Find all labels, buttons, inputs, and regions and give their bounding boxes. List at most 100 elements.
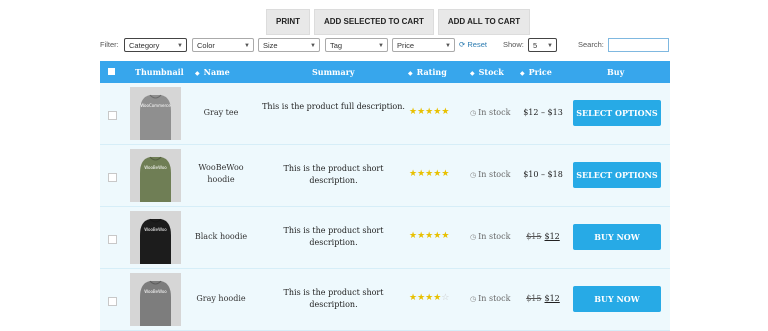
column-header-name[interactable]: ◆ Name — [195, 67, 230, 77]
color-filter[interactable]: Color ▼ — [192, 38, 254, 52]
category-filter[interactable]: Category ▼ — [124, 38, 187, 52]
table-row: WooBeWoo Gray hoodie This is the product… — [100, 269, 670, 331]
check-circle-icon: ◷ — [470, 295, 477, 303]
search-input[interactable] — [608, 38, 669, 52]
table-row: WooCommerce Gray tee This is the product… — [100, 83, 670, 145]
price-filter-value: Price — [397, 41, 415, 50]
column-header-rating[interactable]: ◆ Rating — [408, 67, 447, 77]
product-thumbnail[interactable]: WooCommerce — [130, 87, 181, 140]
chevron-down-icon: ▼ — [378, 43, 384, 49]
column-header-buy: Buy — [607, 67, 625, 77]
product-thumbnail[interactable]: WooBeWoo — [130, 211, 181, 264]
sort-icon: ◆ — [195, 70, 200, 77]
product-name[interactable]: Gray hoodie — [191, 293, 251, 305]
add-all-to-cart-button[interactable]: ADD ALL TO CART — [437, 9, 531, 35]
buy-button[interactable]: BUY NOW — [573, 224, 661, 250]
shirt-print-text: WooCommerce — [140, 103, 171, 108]
stock-status: ◷ In stock — [470, 232, 510, 241]
shirt-image: WooBeWoo — [130, 149, 181, 202]
rating-stars: ★★★★★ — [409, 231, 459, 241]
buy-button[interactable]: SELECT OPTIONS — [573, 100, 661, 126]
star-filled-icon: ★ — [441, 107, 450, 117]
table-row: WooBeWoo Black hoodie This is the produc… — [100, 207, 670, 269]
product-price: $15 $12 — [518, 294, 568, 303]
row-checkbox[interactable] — [108, 111, 117, 120]
product-name[interactable]: WooBeWoo hoodie — [191, 162, 251, 186]
product-summary: This is the product short description. — [283, 164, 384, 185]
column-header-rating-label: Rating — [416, 67, 447, 77]
row-checkbox[interactable] — [108, 235, 117, 244]
product-summary: This is the product short description. — [283, 288, 384, 309]
table-body: WooCommerce Gray tee This is the product… — [100, 83, 670, 331]
product-name[interactable]: Gray tee — [191, 107, 251, 119]
price-range: $10 – $18 — [523, 170, 563, 179]
reset-button[interactable]: ⟳ Reset — [459, 40, 487, 49]
product-price: $12 – $13 — [518, 108, 568, 117]
sale-price: $12 — [544, 294, 560, 303]
refresh-icon: ⟳ — [459, 40, 466, 49]
shirt-print-text: WooBeWoo — [144, 289, 167, 294]
buy-button[interactable]: BUY NOW — [573, 286, 661, 312]
shirt-image: WooBeWoo — [130, 211, 181, 264]
column-header-thumbnail[interactable]: Thumbnail — [135, 67, 184, 77]
shirt-image: WooCommerce — [130, 87, 181, 140]
stock-label: In stock — [478, 232, 511, 241]
table-header: Thumbnail ◆ Name Summary ◆ Rating ◆ Stock ◆… — [100, 61, 670, 83]
sort-icon: ◆ — [470, 70, 475, 77]
chevron-down-icon: ▼ — [177, 43, 183, 49]
product-price: $15 $12 — [518, 232, 568, 241]
price-range: $12 – $13 — [523, 108, 563, 117]
category-filter-value: Category — [129, 41, 160, 50]
old-price: $15 — [526, 294, 542, 303]
column-header-stock[interactable]: ◆ Stock — [470, 67, 504, 77]
check-circle-icon: ◷ — [470, 109, 477, 117]
filter-label: Filter: — [100, 40, 119, 49]
sort-icon: ◆ — [520, 70, 525, 77]
size-filter[interactable]: Size ▼ — [258, 38, 320, 52]
star-filled-icon: ★ — [417, 107, 426, 117]
show-count-select[interactable]: 5 ▼ — [528, 38, 557, 52]
check-circle-icon: ◷ — [470, 171, 477, 179]
star-filled-icon: ★ — [417, 293, 426, 303]
star-filled-icon: ★ — [409, 169, 418, 179]
sort-icon: ◆ — [408, 70, 413, 77]
shirt-print-text: WooBeWoo — [144, 165, 167, 170]
rating-stars: ★★★★☆ — [409, 293, 459, 303]
product-name[interactable]: Black hoodie — [191, 231, 251, 243]
check-circle-icon: ◷ — [470, 233, 477, 241]
show-label: Show: — [503, 40, 524, 49]
tag-filter-value: Tag — [330, 41, 343, 50]
star-filled-icon: ★ — [409, 107, 418, 117]
reset-label: Reset — [467, 40, 487, 49]
product-thumbnail[interactable]: WooBeWoo — [130, 273, 181, 326]
product-thumbnail[interactable]: WooBeWoo — [130, 149, 181, 202]
rating-stars: ★★★★★ — [409, 107, 459, 117]
star-filled-icon: ★ — [409, 231, 418, 241]
row-checkbox[interactable] — [108, 297, 117, 306]
print-button[interactable]: PRINT — [266, 9, 310, 35]
chevron-down-icon: ▼ — [547, 43, 553, 49]
product-price: $10 – $18 — [518, 170, 568, 179]
column-header-name-label: Name — [203, 67, 230, 77]
row-checkbox[interactable] — [108, 173, 117, 182]
tag-filter[interactable]: Tag ▼ — [325, 38, 388, 52]
stock-status: ◷ In stock — [470, 108, 510, 117]
shirt-print-text: WooBeWoo — [144, 227, 167, 232]
select-all-checkbox[interactable] — [108, 68, 115, 75]
column-header-price[interactable]: ◆ Price — [520, 67, 552, 77]
price-filter[interactable]: Price ▼ — [392, 38, 455, 52]
rating-stars: ★★★★★ — [409, 169, 459, 179]
column-header-stock-label: Stock — [478, 67, 504, 77]
show-count-value: 5 — [533, 41, 538, 50]
star-empty-icon: ☆ — [441, 293, 450, 303]
add-selected-to-cart-button[interactable]: ADD SELECTED TO CART — [314, 9, 434, 35]
shirt-image: WooBeWoo — [130, 273, 181, 326]
buy-button[interactable]: SELECT OPTIONS — [573, 162, 661, 188]
filter-bar: Filter: Category ▼ Color ▼ Size ▼ Tag ▼ Pric… — [100, 38, 670, 54]
star-filled-icon: ★ — [417, 169, 426, 179]
column-header-price-label: Price — [528, 67, 552, 77]
column-header-summary[interactable]: Summary — [312, 67, 355, 77]
star-filled-icon: ★ — [409, 293, 418, 303]
stock-status: ◷ In stock — [470, 170, 510, 179]
chevron-down-icon: ▼ — [310, 43, 316, 49]
